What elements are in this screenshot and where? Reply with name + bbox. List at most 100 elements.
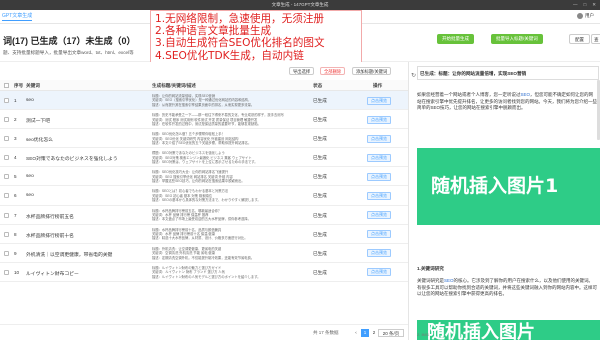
row-keyword: 水杯品牌排行榜前十名 (26, 233, 74, 239)
maximize-icon[interactable]: □ (584, 2, 587, 8)
preview-paragraph: 关键词研究是SEO的核心。它涉及到了解你的用户在搜索什么，以及他们使用的关键词。… (417, 278, 597, 298)
image-placeholder: 随机插入图片 (417, 320, 600, 340)
add-keyword-button[interactable]: 添加标题/关键词 (352, 67, 392, 75)
row-checkbox[interactable] (4, 269, 9, 275)
row-status: 已生成 (313, 250, 327, 256)
row-checkbox[interactable] (4, 117, 9, 123)
preview-button[interactable]: 点击预览 (367, 191, 391, 200)
row-checkbox[interactable] (4, 231, 9, 237)
prev-page-button[interactable]: ‹ (352, 329, 360, 337)
row-keyword: SEO対策であなたのビジネスを強化しよう (26, 157, 118, 163)
table-row[interactable]: 1 seo 标题：让你的网站流量倍增，实现SEO营销 关键词：SEO（搜索引擎优化）是… (0, 91, 408, 111)
para-text: 如果您经营着一个网站或者个人博客，您一定听说过 (417, 92, 521, 97)
table-row[interactable]: 5 seo 标题：SEO优化技巧大全：让你的网站排名飞速提升 关键词：SEO 搜索引擎… (0, 167, 408, 187)
seo-link[interactable]: SEO (521, 92, 531, 97)
row-keyword: seo (26, 174, 34, 180)
user-menu[interactable]: 用户 (577, 13, 594, 19)
para-text: 关键词研究是 (417, 278, 444, 283)
row-checkbox[interactable] (4, 174, 9, 180)
info-line: 描述：从而提升其在搜索引擎结果页面中的排名，从而实现更多流量。 (152, 102, 255, 107)
page-1-button[interactable]: 1 (361, 329, 369, 337)
window-title: 文章生成 - 147GPT文章生成 (271, 2, 329, 7)
preview-button[interactable]: 点击预览 (367, 268, 391, 277)
row-info: 标题：让你的网站流量倍增，实现SEO营销 关键词：SEO（搜索引擎优化）是一种通过… (152, 94, 302, 107)
preview-button[interactable]: 点击预览 (367, 134, 391, 143)
info-line: 描述：SEO対策は、ウェブサイトを上位に表示させるための手法です。 (152, 160, 258, 165)
table-row[interactable]: 7 水杯品牌排行榜前五名 标题：水杯品牌排行榜前五名，哪款最适合你？ 关键词：水杯 品… (0, 206, 408, 225)
row-status: 已生成 (313, 155, 327, 161)
row-checkbox[interactable] (4, 212, 9, 218)
table-row[interactable]: 9 外机清洗｜以空调更健康，带省电的关键 标题：外机清洗：让空调更健康、更省电的关键… (0, 244, 408, 263)
row-info: 标题：ルイヴィトン財布の魅力と選び方ガイド 关键词：ルイヴィトン 財布 ブランド … (152, 266, 302, 279)
preview-button[interactable]: 点击预览 (367, 153, 391, 162)
table-row[interactable]: 4 SEO対策であなたのビジネスを強化しよう 標題：SEO対策であなたのビジネスを強… (0, 148, 408, 168)
tab-gpt-article[interactable]: GPT文章生成 (2, 12, 33, 21)
preview-button[interactable]: 点击预览 (367, 249, 391, 258)
row-num: 1 (14, 98, 17, 103)
info-line: 描述：精选十大水杯品牌，从材质、设计、价格多方面进行对比。 (152, 236, 248, 241)
table-row[interactable]: 8 水杯品牌排行榜前十名 标题：水杯品牌排行榜前十名，品质与颜值兼具 关键词：水杯 品… (0, 225, 408, 244)
delete-all-button[interactable]: 全部删除 (320, 67, 346, 75)
minimize-icon[interactable]: — (573, 2, 578, 8)
row-keyword: 水杯品牌排行榜前五名 (26, 214, 74, 220)
row-info: 标题：历史不能承受之一下——那一段往下得来不易的文化，专业成熟的样子，放手去测写… (152, 113, 302, 126)
preview-button[interactable]: 点击预览 (367, 115, 391, 124)
info-line: 描述：定期清洗空调外机，不仅能提升制冷效果，还能有效节省电费。 (152, 255, 255, 260)
export-selected-button[interactable]: 导出选择 (289, 67, 315, 75)
table-toolbar: 导出选择 全部删除 添加标题/关键词 (0, 62, 408, 80)
keyword-table: 序号 关键词 生成标题/关键词/描述 状态 操作 1 seo 标题：让你的网站流量倍… (0, 80, 408, 324)
preview-button[interactable]: 点击预览 (367, 211, 391, 220)
row-status: 已生成 (313, 212, 327, 218)
info-line: 描述：SEOの基本から具体的な対策方法まで、わかりやすく解説します。 (152, 198, 261, 203)
info-line: 描述：在软件开发的过程中，测试是保证质量的重要环节，能够发现缺陷。 (152, 121, 261, 126)
row-info: 标题：外机清洗：让空调更健康、更省电的关键 关键词：空调清洗 外机清洗 节能 省电… (152, 247, 302, 260)
row-keyword: seo (26, 98, 34, 103)
row-status: 已生成 (313, 136, 327, 142)
info-line: 描述：掌握这些SEO技巧，让你的网站在搜索结果中脱颖而出。 (152, 179, 245, 184)
preview-paragraph: 如果您经营着一个网站或者个人博客，您一定听说过SEO，但您可能不确定如何让您的网… (417, 92, 597, 112)
row-num: 7 (14, 212, 17, 218)
close-icon[interactable]: ✕ (592, 2, 596, 8)
row-status: 已生成 (313, 117, 327, 123)
table-row[interactable]: 10 ルイヴィトン財布コピー 标题：ルイヴィトン財布の魅力と選び方ガイド 关键词：ルイ… (0, 263, 408, 282)
import-keywords-button[interactable]: 批量导入标题/关键词 (491, 34, 543, 44)
row-num: 2 (14, 117, 17, 123)
stats-title: 词(17) 已生成（17）未生成（0） (3, 36, 136, 46)
row-keyword: ルイヴィトン財布コピー (26, 271, 79, 277)
table-header: 序号 关键词 生成标题/关键词/描述 状态 操作 (0, 80, 408, 91)
row-num: 9 (14, 250, 17, 256)
section-heading: 1.关键词研究 (417, 266, 444, 271)
avatar (577, 13, 583, 19)
preview-button[interactable]: 点击预览 (367, 230, 391, 239)
row-checkbox[interactable] (4, 250, 9, 256)
start-batch-button[interactable]: 开始批量生成 (437, 34, 474, 44)
window-titlebar: 文章生成 - 147GPT文章生成 — □ ✕ (0, 0, 600, 10)
row-checkbox[interactable] (4, 98, 9, 103)
row-num: 8 (14, 231, 17, 237)
preview-footer: 2. IMG (417, 332, 430, 337)
info-line: 描述：本文介绍了SEO优化的五个关键步骤，帮助你提升网站排名。 (152, 141, 252, 145)
user-name: 用户 (585, 13, 594, 18)
image-placeholder: 随机插入图片1 (417, 148, 600, 225)
config-button[interactable]: 配置 (569, 34, 590, 44)
table-row[interactable]: 2 测试一下吧 标题：历史不能承受之一下——那一段往下得来不易的文化，专业成熟的样子… (0, 110, 408, 130)
table-row[interactable]: 3 seo优化怎么 标题：SEO优化怎么做？五个步骤帮你轻松上手！ 关键词：SEO优化… (0, 129, 408, 149)
col-num: 序号 (14, 83, 24, 88)
preview-button[interactable]: 点击预览 (367, 96, 391, 105)
info-line: 描述：本文盘点了市场上最受欢迎的五大水杯品牌，供你参考选择。 (152, 217, 251, 222)
row-info: 標題：SEO対策であなたのビジネスを強化しよう 关键词：SEO対策 検索エンジン最… (152, 151, 302, 164)
row-checkbox[interactable] (4, 155, 9, 161)
page-size-select[interactable]: 20 条/页 (378, 329, 404, 337)
more-button[interactable]: 查 (591, 34, 600, 44)
preview-title: 已生成：标题：让你的网站流量倍增，实现SEO营销 (420, 71, 527, 76)
row-checkbox[interactable] (4, 136, 9, 142)
select-all-checkbox[interactable] (4, 83, 9, 88)
row-status: 已生成 (313, 231, 327, 237)
row-status: 已生成 (313, 269, 327, 275)
row-checkbox[interactable] (4, 193, 9, 199)
page-2-button[interactable]: 2 (370, 329, 378, 337)
preview-button[interactable]: 点击预览 (367, 172, 391, 181)
seo-link[interactable]: SEO (444, 278, 454, 283)
table-row[interactable]: 6 seo 标题：SEOとは？初心者でもわかる基本と対策方法 关键词：SEO 初心者 … (0, 186, 408, 206)
col-status: 状态 (313, 83, 323, 88)
